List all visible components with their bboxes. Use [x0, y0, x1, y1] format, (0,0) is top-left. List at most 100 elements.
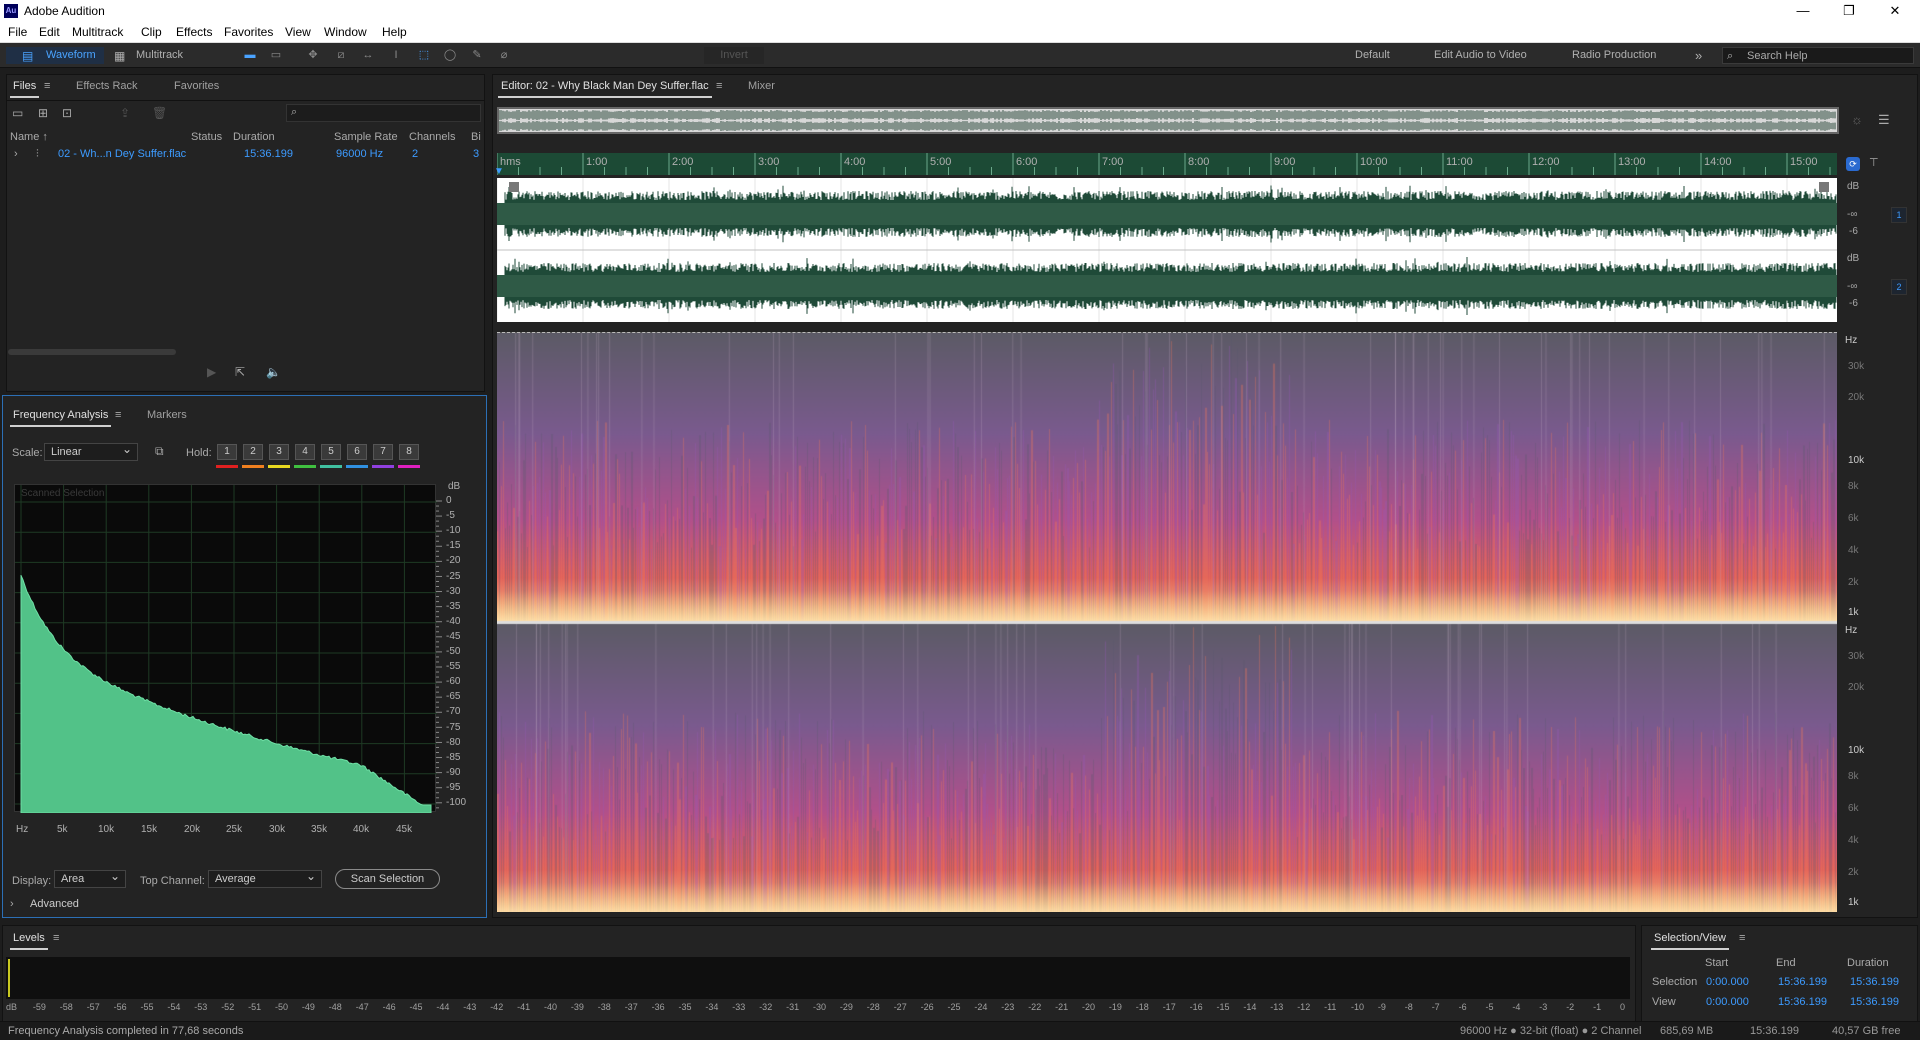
menu-window[interactable]: Window — [324, 25, 367, 39]
hold-button-7[interactable]: 7 — [373, 444, 393, 460]
selection-end-value[interactable]: 15:36.199 — [1778, 976, 1827, 988]
minimize-button[interactable]: — — [1780, 0, 1826, 22]
hz-tick-label: 45k — [396, 824, 413, 835]
level-tick-label: -6 — [1458, 1002, 1467, 1012]
menu-clip[interactable]: Clip — [141, 25, 162, 39]
hold-button-6[interactable]: 6 — [347, 444, 367, 460]
panel-menu-icon[interactable]: ≡ — [44, 80, 50, 92]
play-icon[interactable]: ▶ — [207, 365, 216, 379]
tab-frequency-analysis[interactable]: Frequency Analysis — [9, 409, 112, 427]
hold-button-4[interactable]: 4 — [295, 444, 315, 460]
overview-navigator[interactable] — [497, 107, 1839, 134]
fade-in-handle-icon[interactable] — [509, 182, 519, 192]
spectral-display[interactable] — [497, 332, 1837, 912]
open-file-icon[interactable]: ▭ — [12, 106, 23, 120]
column-status[interactable]: Status — [191, 131, 222, 143]
search-icon: ⌕ — [291, 106, 298, 118]
move-tool-icon[interactable]: ✥ — [305, 48, 321, 63]
hold-button-3[interactable]: 3 — [269, 444, 289, 460]
menu-view[interactable]: View — [285, 25, 311, 39]
menu-help[interactable]: Help — [382, 25, 407, 39]
level-tick-label: -17 — [1162, 1002, 1176, 1012]
workspace-edit-audio-to-video[interactable]: Edit Audio to Video — [1434, 47, 1527, 64]
column-name[interactable]: Name ↑ — [10, 131, 48, 143]
workspace-default[interactable]: Default — [1355, 47, 1390, 64]
close-button[interactable]: ✕ — [1872, 0, 1918, 22]
column-duration[interactable]: Duration — [233, 131, 275, 143]
workspace-radio-production[interactable]: Radio Production — [1572, 47, 1656, 64]
spectral-view-icon[interactable]: ▬ — [242, 48, 258, 63]
horizontal-scrollbar[interactable] — [8, 349, 176, 355]
scale-dropdown[interactable]: Linear — [44, 441, 138, 461]
menu-edit[interactable]: Edit — [39, 25, 60, 39]
waveform-display[interactable] — [496, 178, 1874, 322]
multitrack-view-button[interactable]: ▦ Multitrack — [112, 47, 198, 64]
column-sample-rate[interactable]: Sample Rate — [334, 131, 398, 143]
view-start-value[interactable]: 0:00.000 — [1706, 996, 1749, 1008]
razor-tool-icon[interactable]: ⧄ — [333, 48, 349, 63]
speaker-icon[interactable]: 🔈 — [266, 365, 281, 379]
menu-file[interactable]: File — [8, 25, 27, 39]
loop-icon[interactable]: ⇱ — [235, 365, 245, 379]
advanced-toggle[interactable]: Advanced — [30, 898, 79, 910]
panel-menu-icon[interactable]: ≡ — [1739, 932, 1745, 944]
brush-tool-icon[interactable]: ✎ — [469, 48, 485, 63]
tab-mixer[interactable]: Mixer — [748, 80, 775, 92]
hold-button-1[interactable]: 1 — [217, 444, 237, 460]
chevron-right-icon[interactable]: › — [10, 898, 14, 910]
marker-pin-icon[interactable]: ⊤ — [1869, 156, 1879, 169]
tab-levels[interactable]: Levels — [10, 932, 48, 950]
menu-effects[interactable]: Effects — [176, 25, 212, 39]
view-options-icon[interactable]: ☰ — [1878, 112, 1890, 128]
hold-button-2[interactable]: 2 — [243, 444, 263, 460]
panel-menu-icon[interactable]: ≡ — [716, 80, 722, 92]
table-row[interactable]: › ⫶ 02 - Wh...n Dey Suffer.flac 15:36.19… — [6, 146, 485, 164]
scan-selection-button[interactable]: Scan Selection — [335, 869, 440, 889]
time-lock-icon[interactable]: ⟳ — [1846, 157, 1860, 171]
channel-1-toggle[interactable]: 1 — [1891, 207, 1907, 223]
invert-button[interactable]: Invert — [704, 47, 764, 64]
selection-duration-value[interactable]: 15:36.199 — [1850, 976, 1899, 988]
search-help-field[interactable]: ⌕ Search Help — [1722, 47, 1914, 64]
panel-menu-icon[interactable]: ≡ — [53, 932, 59, 944]
hold-button-8[interactable]: 8 — [399, 444, 419, 460]
view-end-value[interactable]: 15:36.199 — [1778, 996, 1827, 1008]
more-workspaces-button[interactable]: » — [1695, 47, 1702, 64]
column-channels[interactable]: Channels — [409, 131, 455, 143]
view-duration-value[interactable]: 15:36.199 — [1850, 996, 1899, 1008]
tab-effects-rack[interactable]: Effects Rack — [76, 80, 138, 92]
insert-into-multitrack-icon[interactable]: ⇪ — [120, 106, 130, 120]
import-file-icon[interactable]: ⊞ — [38, 106, 48, 120]
top-channel-dropdown[interactable]: Average — [208, 868, 322, 888]
waveform-view-button[interactable]: ▤ Waveform — [6, 47, 104, 64]
tab-markers[interactable]: Markers — [147, 409, 187, 421]
tab-editor[interactable]: Editor: 02 - Why Black Man Dey Suffer.fl… — [498, 80, 712, 98]
chevron-right-icon[interactable]: › — [14, 148, 18, 160]
display-dropdown[interactable]: Area — [54, 868, 126, 888]
fade-out-handle-icon[interactable] — [1819, 182, 1829, 192]
tab-selection-view[interactable]: Selection/View — [1651, 932, 1729, 950]
pitch-view-icon[interactable]: ▭ — [268, 48, 284, 63]
tab-files[interactable]: Files — [9, 80, 40, 98]
lock-to-time-indicator-icon[interactable]: ⧉ — [155, 444, 164, 459]
column-bit[interactable]: Bi — [471, 131, 481, 143]
selection-start-value[interactable]: 0:00.000 — [1706, 976, 1749, 988]
tab-favorites[interactable]: Favorites — [174, 80, 219, 92]
lasso-tool-icon[interactable]: ◯ — [442, 48, 458, 63]
spot-healing-tool-icon[interactable]: ⌀ — [496, 48, 512, 63]
new-file-icon[interactable]: ⊡ — [62, 106, 72, 120]
zoom-settings-icon[interactable]: ☼ — [1851, 112, 1863, 127]
maximize-button[interactable]: ❐ — [1826, 0, 1872, 22]
slip-tool-icon[interactable]: ↔ — [360, 48, 376, 63]
level-tick-label: -58 — [59, 1002, 73, 1012]
menu-favorites[interactable]: Favorites — [224, 25, 273, 39]
time-ruler-label: 2:00 — [672, 156, 694, 168]
files-search-input[interactable]: ⌕ — [286, 104, 481, 122]
channel-2-toggle[interactable]: 2 — [1891, 279, 1907, 295]
marquee-tool-icon[interactable]: ⬚ — [416, 48, 432, 63]
menu-multitrack[interactable]: Multitrack — [72, 25, 123, 39]
hold-button-5[interactable]: 5 — [321, 444, 341, 460]
panel-menu-icon[interactable]: ≡ — [115, 409, 121, 421]
delete-file-icon[interactable]: 🗑 — [152, 106, 167, 120]
time-selection-tool-icon[interactable]: I — [388, 48, 404, 63]
